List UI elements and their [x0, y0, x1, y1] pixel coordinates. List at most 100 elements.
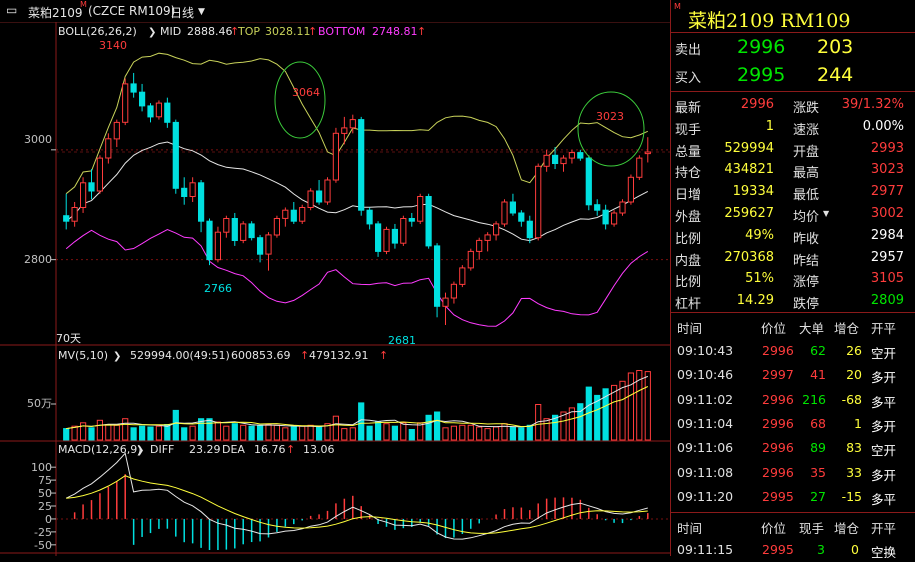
- candle: [273, 215, 280, 238]
- candle: [459, 265, 466, 288]
- stat-label: 比例: [675, 231, 702, 247]
- tick-time: 09:11:06: [677, 440, 734, 456]
- candle: [290, 201, 297, 224]
- candle: [240, 221, 247, 244]
- volume-bar: [366, 425, 373, 441]
- chevron-down-icon[interactable]: ▼: [198, 7, 205, 17]
- candle-body: [265, 234, 272, 255]
- stat-label: 速涨: [793, 122, 820, 138]
- stat-label: 涨跌: [793, 101, 820, 116]
- macd-axis-tick: 0: [45, 513, 52, 526]
- candle: [627, 174, 634, 205]
- macd-arrow-icon: ❯: [136, 445, 144, 456]
- tick-header-time: 时间: [677, 321, 703, 336]
- macd-axis-tick: 100: [31, 461, 52, 474]
- tick-row[interactable]: 09:11:02 2996 216 -68 多平: [671, 388, 915, 412]
- boll-mid-value: 2888.46: [187, 25, 233, 38]
- tick2-row[interactable]: 09:11:15 2995 3 0 空换: [671, 538, 915, 562]
- candle-body: [526, 220, 533, 239]
- candle: [636, 155, 643, 181]
- tick-volume: 216: [802, 391, 826, 407]
- boll-lines: [65, 52, 649, 327]
- volume-bar: [627, 372, 634, 441]
- volume-bar: [644, 371, 651, 441]
- volume-bar: [467, 424, 474, 441]
- boll-mid-label: MID: [160, 25, 181, 38]
- tick2-vol: 3: [817, 542, 825, 557]
- tick-time: 09:11:20: [677, 488, 734, 504]
- candle: [366, 207, 373, 230]
- tick-header-price: 价位: [761, 321, 787, 336]
- volume-bar: [316, 426, 323, 441]
- ask-price[interactable]: 2996: [737, 36, 785, 58]
- tick-time: 09:10:43: [677, 343, 734, 358]
- candle: [164, 97, 171, 128]
- volume-bar: [223, 425, 230, 441]
- candle: [223, 215, 230, 238]
- candle-body: [509, 201, 516, 214]
- candle: [417, 193, 424, 224]
- avg-price-dropdown[interactable]: ▼: [823, 203, 843, 227]
- candle-body: [282, 209, 289, 219]
- candle-body: [450, 283, 457, 299]
- candle: [602, 204, 609, 230]
- volume-ma5-arrow: ↑: [300, 349, 309, 362]
- candle-body: [467, 250, 474, 269]
- tick-row[interactable]: 09:10:43 2996 62 26 空开: [671, 339, 915, 363]
- candle: [493, 221, 500, 241]
- stat-value: 14.29: [736, 293, 774, 309]
- quote-stat-row: 最新 2996 涨跌 39/1.32%: [671, 94, 915, 118]
- symbol-name[interactable]: 菜粕2109: [28, 4, 83, 21]
- candle-body: [231, 218, 238, 241]
- kline-chart-svg[interactable]: BOLL(26,26,2) ❯ MID 2888.46 ↑ TOP 3028.1…: [0, 22, 670, 556]
- tick-row[interactable]: 09:11:04 2996 68 1 多开: [671, 412, 915, 436]
- candle: [543, 149, 550, 172]
- low-annotation: 2681: [388, 334, 416, 347]
- tick2-header-chg: 增仓: [834, 521, 860, 536]
- macd-title: MACD(12,26,9): [58, 443, 142, 456]
- menu-icon[interactable]: ▭: [6, 3, 17, 17]
- stat-value: 0.00%: [862, 118, 904, 134]
- volume-bar: [265, 424, 272, 441]
- tick-volume: 89: [810, 440, 826, 456]
- price-panel: BOLL(26,26,2) ❯ MID 2888.46 ↑ TOP 3028.1…: [24, 25, 651, 347]
- bid-row[interactable]: 买入 2995 244: [671, 64, 915, 90]
- divider: [671, 312, 915, 313]
- candle-body: [113, 121, 120, 140]
- stat-label: 开盘: [793, 144, 820, 160]
- volume-bar: [349, 427, 356, 441]
- tick-row[interactable]: 09:11:06 2996 89 83 空开: [671, 436, 915, 460]
- candle-body: [324, 179, 331, 203]
- stat-value: 3002: [870, 206, 904, 221]
- candle-body: [214, 231, 222, 261]
- tick-change: 20: [846, 367, 862, 383]
- bid-price[interactable]: 2995: [737, 64, 785, 86]
- ask-row[interactable]: 卖出 2996 203: [671, 36, 915, 62]
- tick2-header-price: 价位: [761, 521, 787, 536]
- candle-body: [130, 83, 137, 93]
- tick-row[interactable]: 09:11:20 2995 27 -15 多平: [671, 485, 915, 509]
- candle: [594, 199, 601, 216]
- candle-body: [273, 218, 280, 236]
- tick-row[interactable]: 09:11:08 2996 35 33 多开: [671, 461, 915, 485]
- quote-panel: M 菜粕2109 RM109 卖出 2996 203 买入 2995 244 最…: [670, 0, 915, 560]
- chevron-down-icon[interactable]: ▼: [823, 209, 829, 218]
- volume-bar: [80, 422, 87, 441]
- period-selector[interactable]: 日线: [170, 4, 194, 21]
- macd-dea-label: DEA: [222, 443, 245, 456]
- macd-axis-tick: -25: [34, 526, 52, 539]
- chart-toolbar: ▭ 菜粕2109 M (CZCE RM109) 日线 ▼: [0, 0, 670, 23]
- volume-bar: [459, 424, 466, 441]
- boll-title: BOLL(26,26,2): [58, 25, 137, 38]
- candle: [501, 199, 508, 227]
- tick-change: 1: [854, 415, 862, 431]
- candle-body: [459, 267, 466, 285]
- bid-volume: 244: [817, 64, 854, 86]
- candle: [526, 215, 533, 244]
- tick-row[interactable]: 09:10:46 2997 41 20 多开: [671, 363, 915, 387]
- bar-count-label: 70天: [56, 332, 81, 345]
- volume-bar: [113, 424, 120, 441]
- stat-value: 259627: [724, 206, 774, 221]
- volume-bar: [358, 402, 365, 441]
- kline-chart[interactable]: BOLL(26,26,2) ❯ MID 2888.46 ↑ TOP 3028.1…: [0, 22, 670, 556]
